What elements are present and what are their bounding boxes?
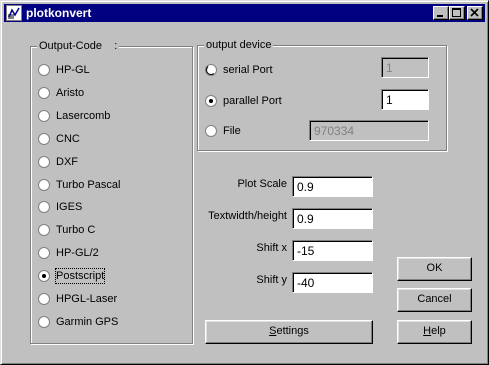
- shift-x-label: Shift x: [256, 242, 287, 254]
- output-code-radio[interactable]: [38, 87, 50, 99]
- output-code-label: HP-GL: [56, 64, 90, 76]
- window-title: plotkonvert: [26, 6, 92, 20]
- output-code-radio[interactable]: [38, 156, 50, 168]
- minimize-button[interactable]: [433, 6, 449, 20]
- file-label: File: [223, 125, 241, 137]
- parallel-port-field[interactable]: 1: [381, 89, 429, 110]
- parallel-port-label: parallel Port: [223, 95, 282, 107]
- output-code-label: HP-GL/2: [56, 247, 99, 259]
- output-code-radio[interactable]: [38, 247, 50, 259]
- output-code-radio[interactable]: [38, 316, 50, 328]
- serial-port-radio[interactable]: [205, 64, 217, 76]
- close-button[interactable]: [467, 6, 483, 20]
- output-code-label: DXF: [56, 156, 78, 168]
- output-code-radio[interactable]: [38, 293, 50, 305]
- maximize-icon: [452, 8, 461, 17]
- output-code-label: Turbo Pascal: [56, 179, 121, 191]
- output-code-label: HPGL-Laser: [56, 293, 118, 305]
- textwidth-label: Textwidth/height: [208, 210, 287, 222]
- output-code-radio[interactable]: [38, 201, 50, 213]
- title-bar[interactable]: plotkonvert: [4, 4, 485, 22]
- output-code-label: Postscript: [54, 268, 106, 284]
- output-device-legend: output device: [204, 38, 274, 52]
- output-code-radio[interactable]: [38, 64, 50, 76]
- file-radio[interactable]: [205, 125, 217, 137]
- ok-button[interactable]: OK: [397, 257, 472, 281]
- output-code-radio[interactable]: [38, 224, 50, 236]
- output-code-label: CNC: [56, 133, 80, 145]
- help-button[interactable]: Help: [397, 320, 472, 344]
- settings-button[interactable]: Settings: [205, 320, 373, 344]
- textwidth-field[interactable]: 0.9: [292, 208, 373, 229]
- help-label: elp: [431, 325, 446, 337]
- output-code-radio[interactable]: [38, 179, 50, 191]
- plot-scale-field[interactable]: 0.9: [292, 176, 373, 197]
- shift-y-field[interactable]: -40: [292, 272, 373, 293]
- output-code-radio[interactable]: [38, 133, 50, 145]
- output-code-label: Garmin GPS: [56, 316, 119, 328]
- output-code-radio[interactable]: [38, 270, 50, 282]
- settings-label: ettings: [276, 325, 309, 337]
- shift-x-field[interactable]: -15: [292, 240, 373, 261]
- help-mnemonic: H: [423, 325, 432, 337]
- plot-scale-label: Plot Scale: [237, 178, 287, 190]
- output-code-legend: Output-Code :: [37, 39, 120, 53]
- output-code-label: Lasercomb: [56, 110, 111, 122]
- serial-port-field[interactable]: 1: [381, 57, 429, 78]
- serial-port-label: serial Port: [223, 64, 273, 76]
- maximize-button[interactable]: [449, 6, 465, 20]
- app-icon[interactable]: [6, 5, 22, 21]
- shift-y-label: Shift y: [256, 274, 287, 286]
- output-code-radio[interactable]: [38, 110, 50, 122]
- file-field[interactable]: 970334: [309, 120, 429, 141]
- minimize-icon: [437, 15, 443, 17]
- output-code-label: Aristo: [56, 87, 85, 99]
- parallel-port-radio[interactable]: [205, 95, 217, 107]
- plotkonvert-dialog: plotkonvert Output-Code : HP-GL Aristo Las…: [0, 0, 489, 365]
- output-code-label: Turbo C: [56, 224, 96, 236]
- cancel-button[interactable]: Cancel: [397, 288, 472, 312]
- close-icon: [470, 8, 479, 17]
- output-code-label: IGES: [56, 201, 83, 213]
